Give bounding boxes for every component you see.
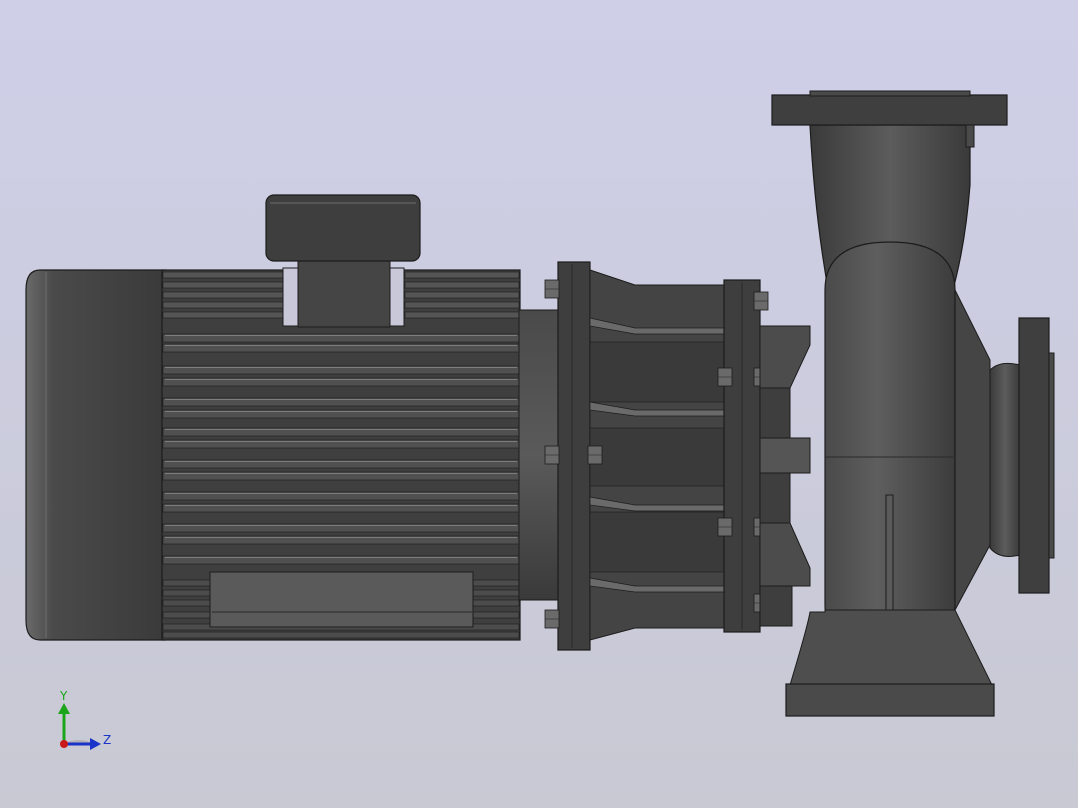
fin-top-right bbox=[404, 301, 520, 309]
triad-origin bbox=[60, 740, 68, 748]
fin-top-left bbox=[162, 271, 284, 279]
fin-top-right bbox=[404, 281, 520, 289]
bracket-window bbox=[589, 341, 726, 403]
adapter-key bbox=[759, 437, 811, 474]
model-canvas[interactable]: Y Z bbox=[0, 0, 1078, 808]
y-axis-label: Y bbox=[59, 689, 68, 703]
suction-nozzle bbox=[989, 362, 1021, 557]
discharge-flange-top bbox=[809, 90, 971, 97]
bracket-window bbox=[589, 427, 726, 487]
terminal-box-lid[interactable] bbox=[265, 194, 421, 262]
fin-top-right bbox=[404, 291, 520, 299]
fin-top-left bbox=[162, 301, 284, 309]
terminal-box-neck bbox=[297, 254, 391, 328]
motor-end-cap bbox=[25, 269, 166, 641]
cad-viewport[interactable]: Y Z bbox=[0, 0, 1078, 808]
fin-top-right bbox=[404, 271, 520, 279]
fin-top-left bbox=[162, 281, 284, 289]
adapter-foot bbox=[759, 585, 793, 627]
suction-flange-face bbox=[1048, 352, 1055, 559]
discharge-flange[interactable] bbox=[771, 94, 1008, 126]
bracket-window bbox=[589, 511, 726, 573]
foot-base-plate[interactable] bbox=[785, 683, 995, 717]
z-axis-label: Z bbox=[103, 733, 111, 747]
bracket-flange-left bbox=[557, 261, 591, 651]
motor-foot-bar bbox=[209, 571, 474, 628]
fin-bottom bbox=[162, 631, 520, 639]
terminal-box-gap-left bbox=[282, 267, 299, 327]
discharge-flange-lug bbox=[965, 124, 975, 148]
bracket-ribs bbox=[589, 317, 726, 593]
fin-top-right bbox=[404, 311, 520, 319]
terminal-box-gap-right bbox=[389, 267, 405, 327]
fin-top-left bbox=[162, 311, 284, 319]
suction-flange[interactable] bbox=[1018, 317, 1050, 594]
lantern-bracket[interactable] bbox=[544, 261, 769, 651]
fin-top-left bbox=[162, 291, 284, 299]
